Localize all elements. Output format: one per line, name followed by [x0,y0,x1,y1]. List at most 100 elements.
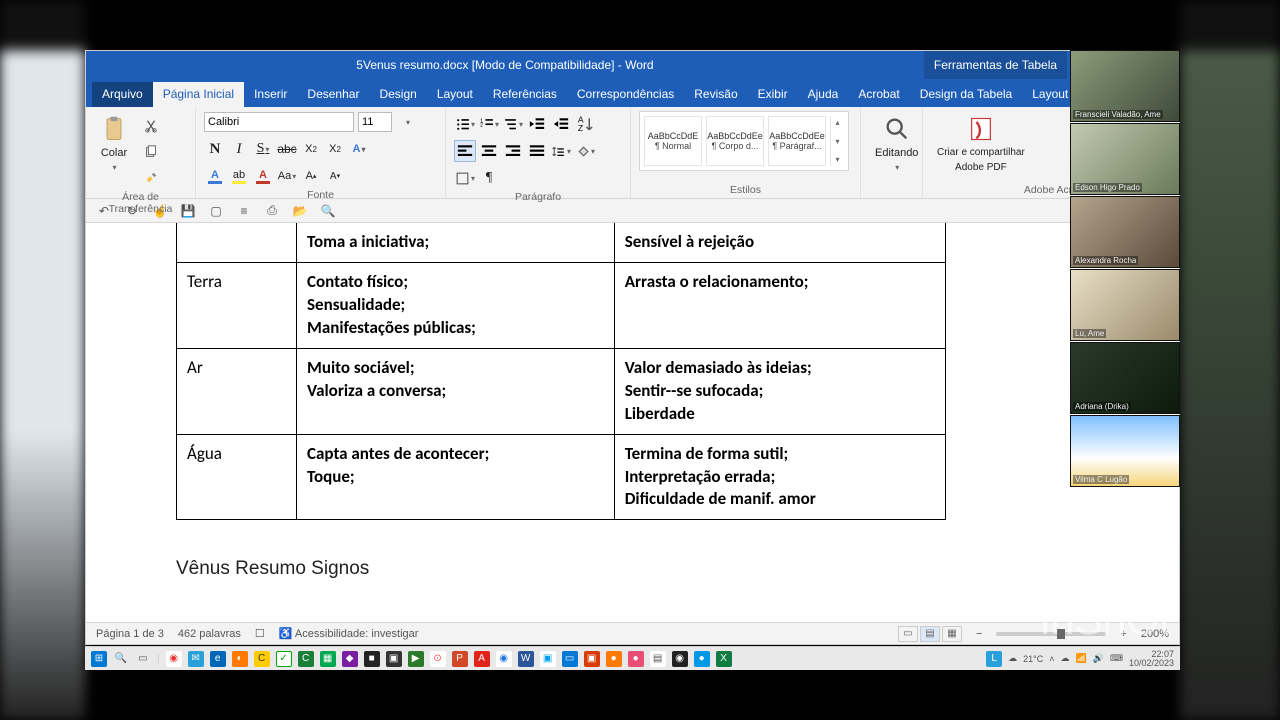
open-button[interactable]: 📂 [292,203,308,219]
taskbar-app[interactable]: C [298,651,314,667]
text-effects-button[interactable]: A▾ [348,138,370,160]
view-print[interactable]: ▤ [920,626,940,642]
taskbar-app[interactable]: ● [628,651,644,667]
borders-button[interactable]: ▾ [454,167,476,189]
tray-chevron-icon[interactable]: ˄ [1049,654,1054,664]
taskbar-chrome[interactable]: ◉ [496,651,512,667]
taskbar-app[interactable]: ⊙ [430,651,446,667]
format-painter-button[interactable] [140,167,162,189]
taskbar-app[interactable]: ▤ [650,651,666,667]
video-tile[interactable]: Lu, Ame [1070,269,1180,341]
taskbar-pdf[interactable]: A [474,651,490,667]
taskbar-app[interactable]: ■ [364,651,380,667]
tab-file[interactable]: Arquivo [92,82,153,107]
table-cell[interactable]: Valor demasiado às ideias;Sentir--se suf… [614,348,945,434]
taskbar-app[interactable]: ◉ [672,651,688,667]
align-center-button[interactable] [478,140,500,162]
status-words[interactable]: 462 palavras [178,628,241,640]
taskbar-search[interactable]: 🔍 [113,651,129,667]
view-read[interactable]: ▭ [898,626,918,642]
table-cell[interactable]: Arrasta o relacionamento; [614,262,945,348]
zoom-in-button[interactable]: + [1120,628,1126,640]
show-marks-button[interactable]: ¶ [478,167,500,189]
spacing-button[interactable]: ≡ [236,203,252,219]
table-cell[interactable]: Toma a iniciativa; [297,223,615,262]
table-cell[interactable]: Termina de forma sutil;Interpretação err… [614,434,945,520]
tab-review[interactable]: Revisão [684,82,747,107]
tab-mailings[interactable]: Correspondências [567,82,684,107]
video-tile[interactable]: Adriana (Drika) [1070,342,1180,414]
taskbar-powerpoint[interactable]: P [452,651,468,667]
zoom-level[interactable]: 200% [1141,628,1169,640]
table-row[interactable]: Toma a iniciativa;Sensível à rejeição [177,223,946,262]
tray-network-icon[interactable]: 📶 [1076,653,1087,664]
styles-gallery[interactable]: AaBbCcDdE¶ Normal AaBbCcDdEe¶ Corpo d...… [639,111,849,171]
tab-layout[interactable]: Layout [427,82,483,107]
underline-button[interactable]: S▾ [252,138,274,160]
subscript-button[interactable]: X2 [300,138,322,160]
video-tile[interactable]: Franscieli Valadão, Ame [1070,50,1180,122]
align-left-button[interactable] [454,140,476,162]
style-body[interactable]: AaBbCcDdEe¶ Corpo d... [706,116,764,166]
taskbar-app[interactable]: ◆ [342,651,358,667]
tray-onedrive-icon[interactable]: ☁ [1061,653,1070,664]
taskbar-app[interactable]: ◉ [166,651,182,667]
shrink-font-button[interactable]: A▾ [324,165,346,187]
tab-view[interactable]: Exibir [748,82,798,107]
increase-indent-button[interactable] [550,113,572,135]
tab-design[interactable]: Design [369,82,426,107]
change-case-button[interactable]: Aa▾ [276,165,298,187]
bold-button[interactable]: N [204,138,226,160]
start-button[interactable]: ⊞ [91,651,107,667]
font-size-dropdown[interactable]: ▾ [397,111,419,133]
video-tile[interactable]: Edson Higo Prado [1070,123,1180,195]
tab-home[interactable]: Página Inicial [153,82,244,107]
taskbar-edge[interactable]: e [210,651,226,667]
tab-draw[interactable]: Desenhar [297,82,369,107]
taskbar-app[interactable]: ▣ [540,651,556,667]
line-spacing-button[interactable]: ▾ [550,140,572,162]
taskbar-excel[interactable]: X [716,651,732,667]
tray-app-icon[interactable]: L [986,651,1002,667]
table-cell[interactable]: Terra [177,262,297,348]
taskbar-app[interactable]: C [254,651,270,667]
multilevel-button[interactable]: ▾ [502,113,524,135]
font-color-button[interactable]: A [204,165,226,187]
taskbar-app[interactable]: ✉ [188,651,204,667]
tab-insert[interactable]: Inserir [244,82,297,107]
table-row[interactable]: ArMuito sociável;Valoriza a conversa;Val… [177,348,946,434]
numbering-button[interactable]: 12▾ [478,113,500,135]
adobe-share-button[interactable]: Criar e compartilhar Adobe PDF [931,111,1031,177]
table-row[interactable]: TerraContato físico;Sensualidade;Manifes… [177,262,946,348]
status-page[interactable]: Página 1 de 3 [96,628,164,640]
strikethrough-button[interactable]: abc [276,138,298,160]
table-cell[interactable]: Água [177,434,297,520]
taskbar-app[interactable]: ▶ [408,651,424,667]
table-cell[interactable]: Sensível à rejeição [614,223,945,262]
taskbar-word[interactable]: W [518,651,534,667]
copy-button[interactable] [140,141,162,163]
editing-button[interactable]: Editando▾ [869,111,924,176]
superscript-button[interactable]: X2 [324,138,346,160]
table-cell[interactable]: Ar [177,348,297,434]
font-size-input[interactable] [358,112,392,132]
taskbar-app[interactable]: ● [606,651,622,667]
align-right-button[interactable] [502,140,524,162]
justify-button[interactable] [526,140,548,162]
status-accessibility[interactable]: ♿ Acessibilidade: investigar [279,627,419,640]
zoom-slider[interactable] [996,632,1106,636]
tab-help[interactable]: Ajuda [798,82,849,107]
view-web[interactable]: ▦ [942,626,962,642]
content-table[interactable]: Toma a iniciativa;Sensível à rejeiçãoTer… [176,223,946,520]
paste-button[interactable]: Colar ▾ [94,111,134,176]
sort-button[interactable]: AZ [574,113,596,135]
italic-button[interactable]: I [228,138,250,160]
shading-button[interactable]: ▾ [574,140,596,162]
tab-acrobat[interactable]: Acrobat [848,82,909,107]
decrease-indent-button[interactable] [526,113,548,135]
tab-table-design[interactable]: Design da Tabela [910,82,1023,107]
table-cell[interactable]: Capta antes de acontecer;Toque; [297,434,615,520]
font-color2-button[interactable]: A [252,165,274,187]
video-tile[interactable]: Alexandra Rocha [1070,196,1180,268]
taskbar-app[interactable]: ● [694,651,710,667]
